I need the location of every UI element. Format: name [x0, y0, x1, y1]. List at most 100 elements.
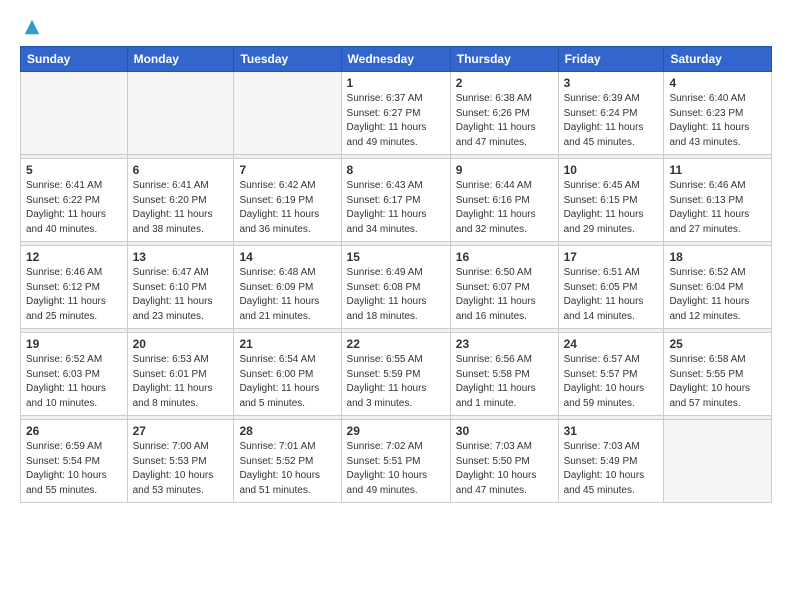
calendar-header-row: Sunday Monday Tuesday Wednesday Thursday…: [21, 47, 772, 72]
day-info: Sunrise: 6:52 AM Sunset: 6:03 PM Dayligh…: [26, 353, 122, 411]
day-info: Sunrise: 6:47 AM Sunset: 6:10 PM Dayligh…: [133, 266, 229, 324]
table-row: 14Sunrise: 6:48 AM Sunset: 6:09 PM Dayli…: [234, 246, 341, 329]
day-info: Sunrise: 6:54 AM Sunset: 6:00 PM Dayligh…: [239, 353, 335, 411]
table-row: 1 Sunrise: 6:37 AM Sunset: 6:27 PM Daylig…: [341, 72, 450, 155]
day-number: 16: [456, 250, 553, 264]
day-info: Sunrise: 6:52 AM Sunset: 6:04 PM Dayligh…: [669, 266, 766, 324]
day-number: 7: [239, 163, 335, 177]
header: [20, 16, 772, 36]
day-info: Sunrise: 6:41 AM Sunset: 6:20 PM Dayligh…: [133, 179, 229, 237]
day-number: 27: [133, 424, 229, 438]
day-number: 24: [564, 337, 659, 351]
page: Sunday Monday Tuesday Wednesday Thursday…: [0, 0, 792, 519]
day-number: 1: [347, 76, 445, 90]
day-info: Sunrise: 6:51 AM Sunset: 6:05 PM Dayligh…: [564, 266, 659, 324]
table-row: [21, 72, 128, 155]
day-number: 8: [347, 163, 445, 177]
day-number: 3: [564, 76, 659, 90]
day-number: 10: [564, 163, 659, 177]
day-info: Sunrise: 6:50 AM Sunset: 6:07 PM Dayligh…: [456, 266, 553, 324]
day-info: Sunrise: 6:46 AM Sunset: 6:13 PM Dayligh…: [669, 179, 766, 237]
day-info: Sunrise: 6:53 AM Sunset: 6:01 PM Dayligh…: [133, 353, 229, 411]
day-info: Sunrise: 7:03 AM Sunset: 5:49 PM Dayligh…: [564, 440, 659, 498]
table-row: 5 Sunrise: 6:41 AM Sunset: 6:22 PM Daylig…: [21, 159, 128, 242]
table-row: 24 Sunrise: 6:57 AM Sunset: 5:57 PM Dayli…: [558, 333, 664, 416]
day-number: 22: [347, 337, 445, 351]
day-info: Sunrise: 6:44 AM Sunset: 6:16 PM Dayligh…: [456, 179, 553, 237]
day-info: Sunrise: 6:41 AM Sunset: 6:22 PM Dayligh…: [26, 179, 122, 237]
day-info: Sunrise: 6:59 AM Sunset: 5:54 PM Dayligh…: [26, 440, 122, 498]
day-info: Sunrise: 6:37 AM Sunset: 6:27 PM Dayligh…: [347, 92, 445, 150]
table-row: 20 Sunrise: 6:53 AM Sunset: 6:01 PM Dayli…: [127, 333, 234, 416]
header-sunday: Sunday: [21, 47, 128, 72]
table-row: 2 Sunrise: 6:38 AM Sunset: 6:26 PM Daylig…: [450, 72, 558, 155]
table-row: 16 Sunrise: 6:50 AM Sunset: 6:07 PM Dayli…: [450, 246, 558, 329]
table-row: 8 Sunrise: 6:43 AM Sunset: 6:17 PM Daylig…: [341, 159, 450, 242]
day-info: Sunrise: 6:58 AM Sunset: 5:55 PM Dayligh…: [669, 353, 766, 411]
day-number: 4: [669, 76, 766, 90]
table-row: 19 Sunrise: 6:52 AM Sunset: 6:03 PM Dayli…: [21, 333, 128, 416]
table-row: 28Sunrise: 7:01 AM Sunset: 5:52 PM Dayli…: [234, 420, 341, 503]
header-saturday: Saturday: [664, 47, 772, 72]
day-number: 23: [456, 337, 553, 351]
day-info: Sunrise: 6:48 AM Sunset: 6:09 PM Dayligh…: [239, 266, 335, 324]
week-row-4: 26 Sunrise: 6:59 AM Sunset: 5:54 PM Dayli…: [21, 420, 772, 503]
day-number: 9: [456, 163, 553, 177]
header-friday: Friday: [558, 47, 664, 72]
table-row: 3 Sunrise: 6:39 AM Sunset: 6:24 PM Daylig…: [558, 72, 664, 155]
day-number: 11: [669, 163, 766, 177]
day-number: 26: [26, 424, 122, 438]
header-wednesday: Wednesday: [341, 47, 450, 72]
day-number: 20: [133, 337, 229, 351]
table-row: 22 Sunrise: 6:55 AM Sunset: 5:59 PM Dayli…: [341, 333, 450, 416]
day-number: 21: [239, 337, 335, 351]
table-row: 9 Sunrise: 6:44 AM Sunset: 6:16 PM Daylig…: [450, 159, 558, 242]
table-row: 25Sunrise: 6:58 AM Sunset: 5:55 PM Dayli…: [664, 333, 772, 416]
table-row: 30 Sunrise: 7:03 AM Sunset: 5:50 PM Dayli…: [450, 420, 558, 503]
day-info: Sunrise: 7:03 AM Sunset: 5:50 PM Dayligh…: [456, 440, 553, 498]
day-info: Sunrise: 6:56 AM Sunset: 5:58 PM Dayligh…: [456, 353, 553, 411]
table-row: 17 Sunrise: 6:51 AM Sunset: 6:05 PM Dayli…: [558, 246, 664, 329]
week-row-2: 12 Sunrise: 6:46 AM Sunset: 6:12 PM Dayli…: [21, 246, 772, 329]
logo: [20, 16, 41, 36]
day-number: 6: [133, 163, 229, 177]
day-number: 31: [564, 424, 659, 438]
week-row-3: 19 Sunrise: 6:52 AM Sunset: 6:03 PM Dayli…: [21, 333, 772, 416]
header-tuesday: Tuesday: [234, 47, 341, 72]
day-info: Sunrise: 6:45 AM Sunset: 6:15 PM Dayligh…: [564, 179, 659, 237]
week-row-0: 1 Sunrise: 6:37 AM Sunset: 6:27 PM Daylig…: [21, 72, 772, 155]
day-number: 2: [456, 76, 553, 90]
table-row: [234, 72, 341, 155]
day-info: Sunrise: 6:55 AM Sunset: 5:59 PM Dayligh…: [347, 353, 445, 411]
day-info: Sunrise: 7:02 AM Sunset: 5:51 PM Dayligh…: [347, 440, 445, 498]
day-info: Sunrise: 6:39 AM Sunset: 6:24 PM Dayligh…: [564, 92, 659, 150]
day-info: Sunrise: 6:57 AM Sunset: 5:57 PM Dayligh…: [564, 353, 659, 411]
day-number: 5: [26, 163, 122, 177]
table-row: 31 Sunrise: 7:03 AM Sunset: 5:49 PM Dayli…: [558, 420, 664, 503]
day-number: 19: [26, 337, 122, 351]
day-number: 18: [669, 250, 766, 264]
day-info: Sunrise: 6:43 AM Sunset: 6:17 PM Dayligh…: [347, 179, 445, 237]
day-number: 17: [564, 250, 659, 264]
day-info: Sunrise: 6:46 AM Sunset: 6:12 PM Dayligh…: [26, 266, 122, 324]
table-row: 13 Sunrise: 6:47 AM Sunset: 6:10 PM Dayli…: [127, 246, 234, 329]
day-number: 13: [133, 250, 229, 264]
logo-icon: [23, 18, 41, 36]
day-info: Sunrise: 6:42 AM Sunset: 6:19 PM Dayligh…: [239, 179, 335, 237]
table-row: [664, 420, 772, 503]
day-number: 29: [347, 424, 445, 438]
table-row: [127, 72, 234, 155]
table-row: 11 Sunrise: 6:46 AM Sunset: 6:13 PM Dayli…: [664, 159, 772, 242]
day-number: 15: [347, 250, 445, 264]
table-row: 10 Sunrise: 6:45 AM Sunset: 6:15 PM Dayli…: [558, 159, 664, 242]
table-row: 23 Sunrise: 6:56 AM Sunset: 5:58 PM Dayli…: [450, 333, 558, 416]
day-info: Sunrise: 7:00 AM Sunset: 5:53 PM Dayligh…: [133, 440, 229, 498]
table-row: 7 Sunrise: 6:42 AM Sunset: 6:19 PM Daylig…: [234, 159, 341, 242]
table-row: 15Sunrise: 6:49 AM Sunset: 6:08 PM Dayli…: [341, 246, 450, 329]
day-info: Sunrise: 6:38 AM Sunset: 6:26 PM Dayligh…: [456, 92, 553, 150]
day-number: 30: [456, 424, 553, 438]
day-number: 12: [26, 250, 122, 264]
table-row: 12 Sunrise: 6:46 AM Sunset: 6:12 PM Dayli…: [21, 246, 128, 329]
header-monday: Monday: [127, 47, 234, 72]
day-number: 28: [239, 424, 335, 438]
